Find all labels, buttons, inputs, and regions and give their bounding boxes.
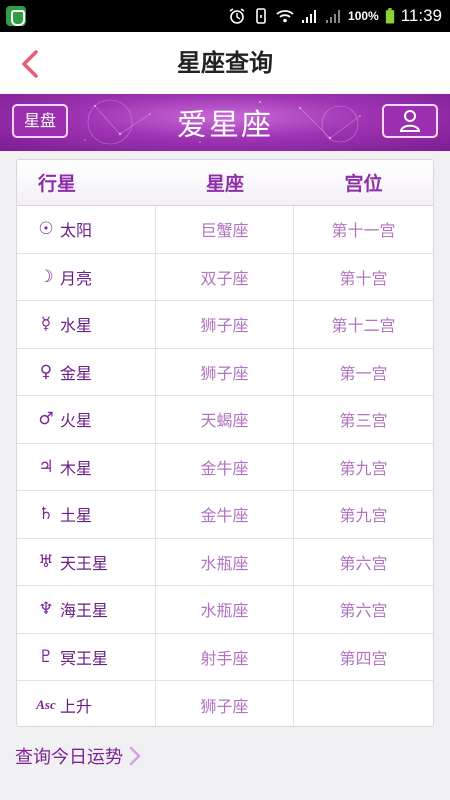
shield-app-icon [6,6,26,26]
daily-fortune-label: 查询今日运势 [15,747,123,768]
chevron-right-icon [129,746,141,766]
sign-cell: 水瓶座 [156,586,294,633]
title-bar: 星座查询 [0,32,450,94]
sun-icon: ☉ [38,219,54,240]
house-cell: 第十二宫 [331,316,396,336]
planet-name: 水星 [60,316,93,336]
planet-cell: ♃ 木星 [17,443,156,490]
house-cell: 第十宫 [339,268,388,288]
moon-icon: ☽ [38,266,54,287]
sign-cell: 射手座 [156,633,294,680]
pluto-icon: ♇ [38,646,54,667]
mars-icon: ♂ [38,409,54,430]
venus-icon: ♀ [39,361,53,382]
wifi-icon [276,10,294,23]
sign-cell: 双子座 [156,253,294,300]
clock: 11:39 [400,6,442,25]
user-icon [399,110,421,132]
planet-cell: ♅ 天王星 [17,538,156,585]
planet-name: 海王星 [60,601,109,621]
mercury-icon: ☿ [40,314,52,335]
sign-cell: 狮子座 [156,301,294,348]
planet-name: 上升 [60,696,93,716]
planet-name: 木星 [60,458,93,478]
house-cell [294,681,433,726]
table-row: ☿ 水星 狮子座 第十二宫 [17,301,433,349]
table-row: Asc 上升 狮子座 [17,681,433,726]
battery-percent: 100% [348,9,379,23]
signal-icon [302,10,317,23]
phone-vibrate-icon [256,8,266,24]
planet-name: 太阳 [60,221,93,241]
planet-name: 金星 [60,363,93,383]
neptune-icon: ♆ [38,599,54,620]
planet-cell: ♂ 火星 [17,396,156,443]
sign-cell: 狮子座 [156,681,294,726]
jupiter-icon: ♃ [38,456,54,477]
table-row: ♃ 木星 金牛座 第九宫 [17,443,433,491]
sign-cell: 水瓶座 [156,538,294,585]
house-cell: 第一宫 [339,363,388,383]
table-row: ♀ 金星 狮子座 第一宫 [17,348,433,396]
house-cell: 第六宫 [339,553,388,573]
brand-banner: 星盘 爱星座 [0,94,450,151]
planet-cell: ♄ 土星 [17,491,156,538]
planet-cell: ♇ 冥王星 [17,633,156,680]
sign-cell: 金牛座 [156,443,294,490]
table-row: ♅ 天王星 水瓶座 第六宫 [17,538,433,586]
header-planet: 行星 [38,173,77,195]
header-sign: 星座 [205,173,244,195]
table-row: ♇ 冥王星 射手座 第四宫 [17,633,433,681]
house-cell: 第四宫 [339,648,388,668]
planet-cell: ☿ 水星 [17,301,156,348]
table-row: ♆ 海王星 水瓶座 第六宫 [17,586,433,634]
sign-cell: 巨蟹座 [156,206,294,253]
planet-cell: ☽ 月亮 [17,253,156,300]
alarm-icon [229,8,245,24]
planet-cell: ♀ 金星 [17,348,156,395]
user-profile-button[interactable] [382,104,438,138]
sign-cell: 金牛座 [156,491,294,538]
planet-cell: Asc 上升 [17,681,156,726]
planet-name: 天王星 [60,553,109,573]
status-icons: 100% 11:39 [228,0,442,32]
house-cell: 第六宫 [339,601,388,621]
uranus-icon: ♅ [38,551,54,572]
table-row: ☽ 月亮 双子座 第十宫 [17,253,433,301]
planet-name: 月亮 [60,268,93,288]
table-row: ♂ 火星 天蝎座 第三宫 [17,396,433,444]
table-header: 行星 星座 宫位 [17,160,433,206]
sign-cell: 天蝎座 [156,396,294,443]
planet-name: 土星 [60,506,93,526]
planet-cell: ☉ 太阳 [17,206,156,253]
sign-cell: 狮子座 [156,348,294,395]
signal-off-icon [326,10,341,23]
battery-icon [385,8,394,24]
saturn-icon: ♄ [38,504,54,525]
house-cell: 第三宫 [339,411,388,431]
house-cell: 第九宫 [339,506,388,526]
status-bar: 100% 11:39 [0,0,450,32]
page-title: 星座查询 [177,49,273,77]
house-cell: 第十一宫 [331,221,396,241]
planet-name: 火星 [60,411,93,431]
daily-fortune-link[interactable]: 查询今日运势 [15,741,141,771]
planet-position-table: 行星 星座 宫位 ☉ 太阳 巨蟹座 第十一宫 ☽ 月亮 双子座 第十宫 ☿ 水星 狮子… [16,159,434,727]
ascendant-icon: Asc [36,696,56,712]
table-row: ♄ 土星 金牛座 第九宫 [17,491,433,539]
house-cell: 第九宫 [339,458,388,478]
header-house: 宫位 [344,173,383,195]
planet-name: 冥王星 [60,648,109,668]
planet-cell: ♆ 海王星 [17,586,156,633]
table-row: ☉ 太阳 巨蟹座 第十一宫 [17,206,433,254]
